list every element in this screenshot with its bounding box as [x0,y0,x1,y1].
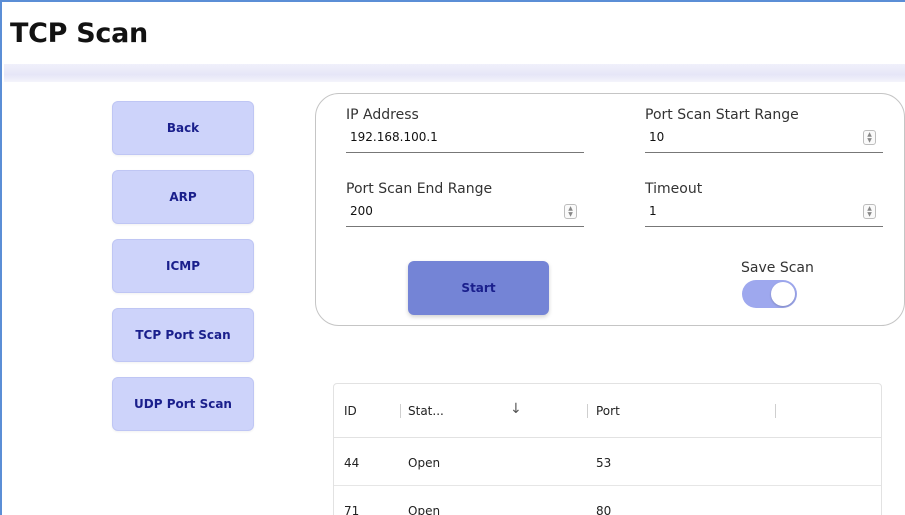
icmp-button-label: ICMP [165,259,200,273]
toggle-knob [771,282,795,306]
page-title: TCP Scan [10,18,148,49]
timeout-spinner-icon[interactable]: ▲ ▼ [863,204,876,219]
cell-status: Open [408,504,441,515]
timeout-label: Timeout [645,181,703,197]
port-end-label: Port Scan End Range [346,181,493,197]
ip-address-field: IP Address [346,107,584,153]
column-header-port[interactable]: Port [596,404,620,418]
cell-port: 80 [596,504,612,515]
cell-id: 71 [344,504,360,515]
port-start-label: Port Scan Start Range [645,107,799,123]
header-divider-band [4,64,905,82]
ip-address-input[interactable] [346,127,584,153]
save-scan-label: Save Scan [741,260,814,276]
icmp-button[interactable]: ICMP [112,239,254,293]
column-header-id[interactable]: ID [344,404,357,418]
port-start-spinner-icon[interactable]: ▲ ▼ [863,130,876,145]
cell-id: 44 [344,456,360,470]
port-start-field: Port Scan Start Range ▲▼ [645,107,883,153]
udp-port-scan-button-label: UDP Port Scan [134,397,232,411]
save-scan-toggle[interactable] [742,280,797,308]
tcp-port-scan-button-label: TCP Port Scan [135,328,231,342]
port-end-spinner-icon[interactable]: ▲ ▼ [564,204,577,219]
table-header-row: ID Stat... ↓ Port [334,384,881,438]
arp-button[interactable]: ARP [112,170,254,224]
table-row[interactable]: 71 Open 80 [334,486,881,515]
port-end-input[interactable] [346,201,584,227]
column-separator[interactable] [775,404,776,418]
tcp-port-scan-button[interactable]: TCP Port Scan [112,308,254,362]
table-row[interactable]: 44 Open 53 [334,438,881,486]
column-separator[interactable] [400,404,401,418]
column-header-status[interactable]: Stat... [408,404,444,418]
results-table: ID Stat... ↓ Port 44 Open 53 71 Open 80 [333,383,882,515]
arp-button-label: ARP [169,190,197,204]
column-separator[interactable] [587,404,588,418]
timeout-input[interactable] [645,201,883,227]
start-button[interactable]: Start [408,261,549,315]
scan-form-card: IP Address Port Scan Start Range ▲▼ Port… [315,93,905,326]
ip-address-label: IP Address [346,107,419,123]
app-window: TCP Scan Back ARP ICMP TCP Port Scan UDP… [0,0,905,515]
back-button[interactable]: Back [112,101,254,155]
cell-port: 53 [596,456,612,470]
back-button-label: Back [166,121,200,135]
arrow-down-icon[interactable]: ↓ [510,401,522,417]
port-end-field: Port Scan End Range ▲▼ [346,181,584,227]
timeout-field: Timeout ▲▼ [645,181,883,227]
udp-port-scan-button[interactable]: UDP Port Scan [112,377,254,431]
port-start-input[interactable] [645,127,883,153]
cell-status: Open [408,456,441,470]
